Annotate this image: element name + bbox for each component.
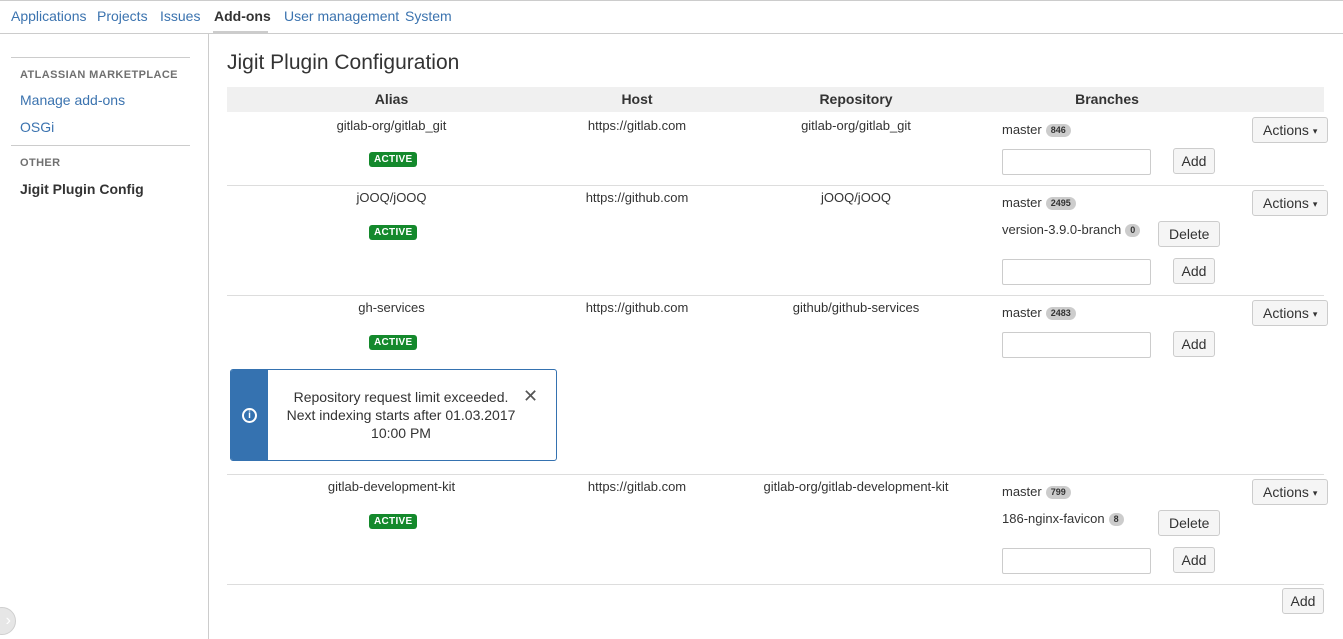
- column-header-alias: Alias: [374, 91, 409, 107]
- table-header: Alias Host Repository Branches: [227, 87, 1324, 112]
- row-divider: [227, 474, 1324, 475]
- chevron-down-icon: ▾: [1312, 126, 1318, 137]
- nav-applications[interactable]: Applications: [11, 8, 87, 24]
- repository-cell: github/github-services: [792, 300, 920, 315]
- repository-cell: gitlab-org/gitlab-development-kit: [763, 479, 949, 494]
- commit-count-badge: 8: [1108, 513, 1124, 527]
- branch-name: master: [1002, 195, 1042, 210]
- status-badge: ACTIVE: [369, 225, 418, 240]
- column-header-branches: Branches: [1075, 91, 1139, 107]
- host-cell: https://github.com: [585, 190, 689, 205]
- host-cell: https://github.com: [585, 300, 689, 315]
- status-badge: ACTIVE: [369, 514, 418, 529]
- alias-cell: jOOQ/jOOQ: [356, 190, 427, 205]
- alias-cell: gitlab-org/gitlab_git: [336, 118, 447, 133]
- commit-count-badge: 2495: [1045, 197, 1076, 211]
- branch-item: master 2483: [1002, 305, 1076, 321]
- nav-add-ons[interactable]: Add-ons: [214, 8, 271, 24]
- new-branch-input[interactable]: [1002, 548, 1151, 574]
- sidebar-divider: [11, 145, 190, 146]
- branch-item: version-3.9.0-branch 0: [1002, 222, 1141, 238]
- nav-system[interactable]: System: [405, 8, 452, 24]
- sidebar: ATLASSIAN MARKETPLACE Manage add-ons OSG…: [0, 34, 209, 639]
- chevron-down-icon: ▾: [1312, 199, 1318, 210]
- new-branch-input[interactable]: [1002, 259, 1151, 285]
- commit-count-badge: 0: [1125, 224, 1141, 238]
- nav-issues[interactable]: Issues: [160, 8, 200, 24]
- delete-branch-button[interactable]: Delete: [1158, 221, 1221, 247]
- row-divider: [227, 295, 1324, 296]
- new-branch-input[interactable]: [1002, 149, 1151, 175]
- branch-item: 186-nginx-favicon 8: [1002, 511, 1124, 527]
- actions-dropdown-button[interactable]: Actions ▾: [1252, 479, 1329, 505]
- chevron-down-icon: ▾: [1312, 488, 1318, 499]
- sidebar-item-manage-add-ons[interactable]: Manage add-ons: [20, 92, 125, 108]
- sidebar-divider: [11, 57, 190, 58]
- page-title: Jigit Plugin Configuration: [227, 51, 460, 74]
- alias-cell: gitlab-development-kit: [327, 479, 456, 494]
- nav-user-management[interactable]: User management: [284, 8, 399, 24]
- branch-name: master: [1002, 484, 1042, 499]
- branch-name: version-3.9.0-branch: [1002, 222, 1122, 237]
- host-cell: https://gitlab.com: [587, 479, 687, 494]
- branch-name: master: [1002, 122, 1042, 137]
- status-badge: ACTIVE: [369, 335, 418, 350]
- chevron-down-icon: ▾: [1312, 309, 1318, 320]
- sidebar-heading-marketplace: ATLASSIAN MARKETPLACE: [20, 69, 178, 81]
- status-badge: ACTIVE: [369, 152, 418, 167]
- sidebar-item-jigit-plugin-config[interactable]: Jigit Plugin Config: [20, 181, 144, 197]
- branch-item: master 846: [1002, 122, 1071, 138]
- nav-projects[interactable]: Projects: [97, 8, 148, 24]
- commit-count-badge: 799: [1045, 486, 1071, 500]
- column-header-host: Host: [621, 91, 653, 107]
- branch-item: master 2495: [1002, 195, 1076, 211]
- actions-dropdown-button[interactable]: Actions ▾: [1252, 117, 1329, 143]
- branch-name: 186-nginx-favicon: [1002, 511, 1105, 526]
- sidebar-heading-other: OTHER: [20, 157, 61, 169]
- branch-name: master: [1002, 305, 1042, 320]
- top-navigation: Applications Projects Issues Add-ons Use…: [0, 0, 1343, 34]
- info-icon: i: [242, 408, 257, 423]
- chevron-right-icon[interactable]: ›: [0, 607, 16, 635]
- branch-item: master 799: [1002, 484, 1071, 500]
- column-header-repository: Repository: [819, 91, 893, 107]
- row-divider: [227, 185, 1324, 186]
- active-tab-indicator: [213, 31, 268, 34]
- new-branch-input[interactable]: [1002, 332, 1151, 358]
- info-flag: i Repository request limit exceeded. Nex…: [230, 369, 557, 461]
- flag-message: Repository request limit exceeded. Next …: [286, 389, 516, 441]
- add-branch-button[interactable]: Add: [1173, 331, 1215, 357]
- host-cell: https://gitlab.com: [587, 118, 687, 133]
- actions-dropdown-button[interactable]: Actions ▾: [1252, 190, 1329, 216]
- repository-cell: jOOQ/jOOQ: [820, 190, 892, 205]
- row-divider: [227, 584, 1324, 585]
- sidebar-item-osgi[interactable]: OSGi: [20, 119, 54, 135]
- commit-count-badge: 2483: [1045, 307, 1076, 321]
- add-branch-button[interactable]: Add: [1173, 258, 1215, 284]
- close-icon[interactable]: ✕: [523, 387, 538, 405]
- actions-dropdown-button[interactable]: Actions ▾: [1252, 300, 1329, 326]
- repository-cell: gitlab-org/gitlab_git: [801, 118, 911, 133]
- add-branch-button[interactable]: Add: [1173, 148, 1215, 174]
- alias-cell: gh-services: [358, 300, 425, 315]
- flag-accent-strip: i: [231, 370, 268, 460]
- commit-count-badge: 846: [1045, 124, 1071, 138]
- add-repository-button[interactable]: Add: [1282, 588, 1324, 614]
- add-branch-button[interactable]: Add: [1173, 547, 1215, 573]
- delete-branch-button[interactable]: Delete: [1158, 510, 1221, 536]
